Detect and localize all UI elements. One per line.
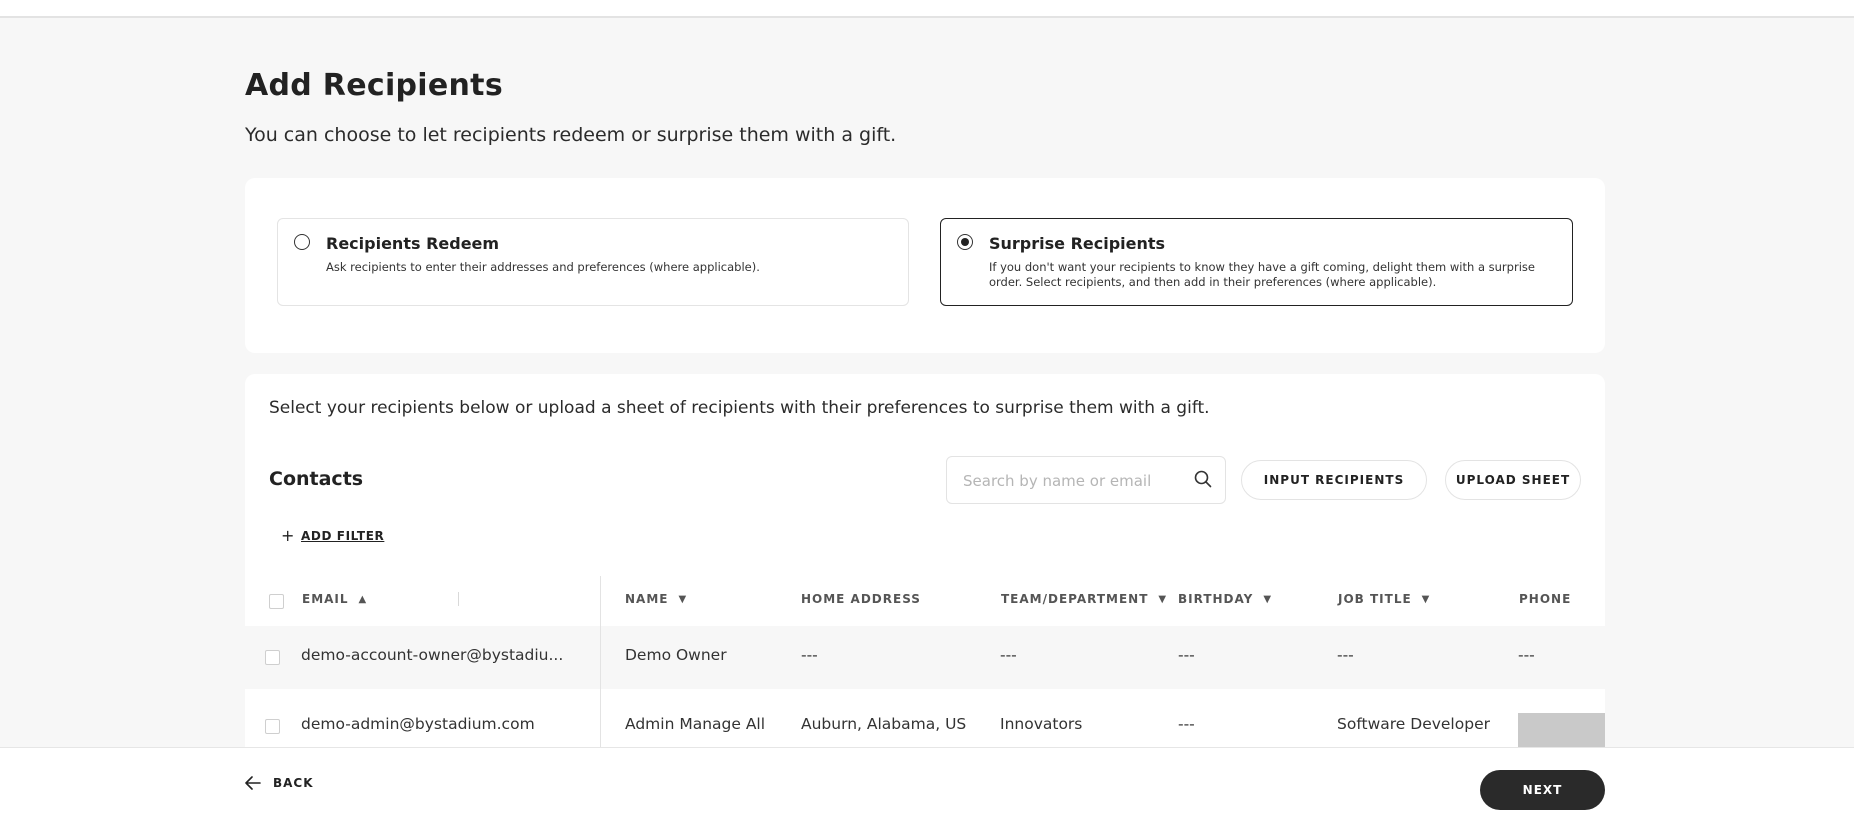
cell-home-address: Auburn, Alabama, US	[801, 715, 967, 733]
cell-email: demo-admin@bystadium.com	[301, 715, 535, 733]
cell-phone: ---	[1518, 646, 1535, 664]
option-title: Surprise Recipients	[989, 234, 1166, 253]
cell-team: ---	[1000, 646, 1017, 664]
contacts-title: Contacts	[269, 468, 364, 490]
column-label: EMAIL	[302, 592, 349, 606]
recipients-card: Select your recipients below or upload a…	[245, 374, 1605, 764]
sort-ascending-icon: ▲	[358, 593, 368, 605]
plus-icon: +	[281, 526, 296, 545]
radio-recipients-redeem[interactable]	[294, 234, 310, 250]
column-header-email[interactable]: EMAIL ▲	[302, 592, 367, 606]
back-label: BACK	[273, 776, 314, 790]
chevron-down-icon: ▼	[678, 593, 688, 605]
option-surprise-recipients[interactable]: Surprise Recipients If you don't want yo…	[940, 218, 1573, 306]
column-label: BIRTHDAY	[1178, 592, 1254, 606]
column-label: NAME	[625, 592, 669, 606]
column-label: JOB TITLE	[1338, 592, 1412, 606]
column-header-home-address: HOME ADDRESS	[801, 592, 921, 606]
page-subtitle: You can choose to let recipients redeem …	[245, 124, 897, 146]
cell-name: Demo Owner	[625, 646, 727, 664]
column-label: PHONE	[1519, 592, 1572, 606]
back-button[interactable]: BACK	[245, 776, 314, 790]
top-bar	[0, 0, 1854, 18]
cell-job-title: ---	[1337, 646, 1354, 664]
cell-birthday: ---	[1178, 646, 1195, 664]
footer-bar: BACK NEXT	[0, 747, 1854, 829]
option-description: If you don't want your recipients to kno…	[989, 260, 1535, 289]
table-row[interactable]: demo-account-owner@bystadiu... Demo Owne…	[245, 626, 1605, 689]
column-header-phone: PHONE	[1519, 592, 1571, 606]
search-input[interactable]	[963, 469, 1183, 493]
recipients-instructions: Select your recipients below or upload a…	[269, 398, 1210, 418]
table-header: EMAIL ▲ NAME ▼ HOME ADDRESS TEAM/DEPARTM…	[245, 576, 1605, 626]
cell-name: Admin Manage All	[625, 715, 766, 733]
cell-birthday: ---	[1178, 715, 1195, 733]
add-filter-label: ADD FILTER	[301, 529, 385, 543]
next-button[interactable]: NEXT	[1480, 770, 1605, 810]
search-box	[946, 456, 1226, 504]
arrow-left-icon	[245, 776, 261, 790]
input-recipients-button[interactable]: INPUT RECIPIENTS	[1241, 460, 1427, 500]
column-header-birthday[interactable]: BIRTHDAY ▼	[1178, 592, 1272, 606]
option-title: Recipients Redeem	[326, 234, 500, 253]
cell-home-address: ---	[801, 646, 818, 664]
radio-surprise-recipients[interactable]	[957, 234, 973, 250]
option-description: Ask recipients to enter their addresses …	[326, 260, 760, 274]
chevron-down-icon: ▼	[1421, 593, 1431, 605]
cell-email: demo-account-owner@bystadiu...	[301, 646, 564, 664]
radio-selected-dot	[960, 237, 969, 246]
row-checkbox[interactable]	[265, 719, 280, 734]
column-header-team[interactable]: TEAM/DEPARTMENT ▼	[1001, 592, 1167, 606]
row-checkbox[interactable]	[265, 650, 280, 665]
cell-team: Innovators	[1000, 715, 1083, 733]
column-label: TEAM/DEPARTMENT	[1001, 592, 1149, 606]
cell-job-title: Software Developer	[1337, 715, 1490, 733]
option-recipients-redeem[interactable]: Recipients Redeem Ask recipients to ente…	[277, 218, 909, 306]
delivery-mode-card: Recipients Redeem Ask recipients to ente…	[245, 178, 1605, 353]
add-filter-button[interactable]: + ADD FILTER	[281, 526, 384, 546]
select-all-checkbox[interactable]	[269, 594, 284, 609]
column-resize-handle[interactable]	[458, 592, 459, 606]
column-label: HOME ADDRESS	[801, 592, 921, 606]
column-header-job-title[interactable]: JOB TITLE ▼	[1338, 592, 1430, 606]
search-icon[interactable]	[1193, 469, 1213, 489]
column-header-name[interactable]: NAME ▼	[625, 592, 687, 606]
upload-sheet-button[interactable]: UPLOAD SHEET	[1445, 460, 1581, 500]
chevron-down-icon: ▼	[1263, 593, 1273, 605]
chevron-down-icon: ▼	[1158, 593, 1168, 605]
frozen-column-divider	[600, 576, 601, 764]
page-title: Add Recipients	[245, 68, 503, 103]
